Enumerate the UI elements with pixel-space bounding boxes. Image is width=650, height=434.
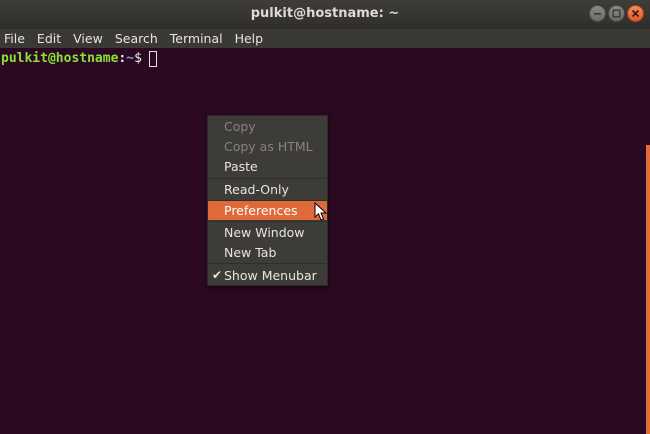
window-controls (589, 5, 644, 22)
menu-separator (209, 178, 326, 179)
terminal-window: pulkit@hostname: ~ File Edit View Search… (0, 0, 650, 434)
menu-item-new-window[interactable]: New Window (208, 223, 327, 242)
mouse-pointer-icon (314, 202, 328, 221)
menu-item-copy[interactable]: Copy (208, 117, 327, 136)
maximize-icon (612, 9, 621, 18)
text-cursor (148, 51, 157, 67)
menu-item-show-menubar[interactable]: ✔ Show Menubar (208, 266, 327, 285)
prompt-line: pulkit@hostname: ~ $ (1, 51, 157, 67)
menu-bar: File Edit View Search Terminal Help (0, 29, 650, 48)
window-title: pulkit@hostname: ~ (250, 6, 400, 21)
menu-terminal[interactable]: Terminal (169, 29, 224, 48)
show-menubar-label: Show Menubar (224, 268, 317, 283)
prompt-dollar: $ (134, 51, 142, 66)
menu-edit[interactable]: Edit (36, 29, 62, 48)
minimize-icon (594, 13, 601, 15)
context-menu: Copy Copy as HTML Paste Read-Only Prefer… (207, 115, 328, 286)
menu-separator (209, 221, 326, 222)
menu-item-paste[interactable]: Paste (208, 157, 327, 176)
menu-item-preferences[interactable]: Preferences (208, 201, 327, 220)
menu-item-copy-as-html[interactable]: Copy as HTML (208, 137, 327, 156)
close-button[interactable] (627, 5, 644, 22)
prompt-path: ~ (126, 51, 135, 66)
menu-separator (209, 263, 326, 264)
check-icon: ✔ (212, 268, 223, 282)
menu-item-read-only[interactable]: Read-Only (208, 180, 327, 199)
menu-search[interactable]: Search (114, 29, 159, 48)
minimize-button[interactable] (589, 5, 606, 22)
prompt-user: pulkit@hostname (1, 51, 119, 66)
title-bar[interactable]: pulkit@hostname: ~ (0, 0, 650, 29)
scrollbar[interactable] (646, 145, 650, 434)
menu-help[interactable]: Help (234, 29, 265, 48)
prompt-colon: : (118, 51, 127, 66)
close-icon (631, 9, 640, 18)
menu-item-new-tab[interactable]: New Tab (208, 243, 327, 262)
menu-file[interactable]: File (3, 29, 26, 48)
menu-view[interactable]: View (72, 29, 104, 48)
maximize-button[interactable] (608, 5, 625, 22)
